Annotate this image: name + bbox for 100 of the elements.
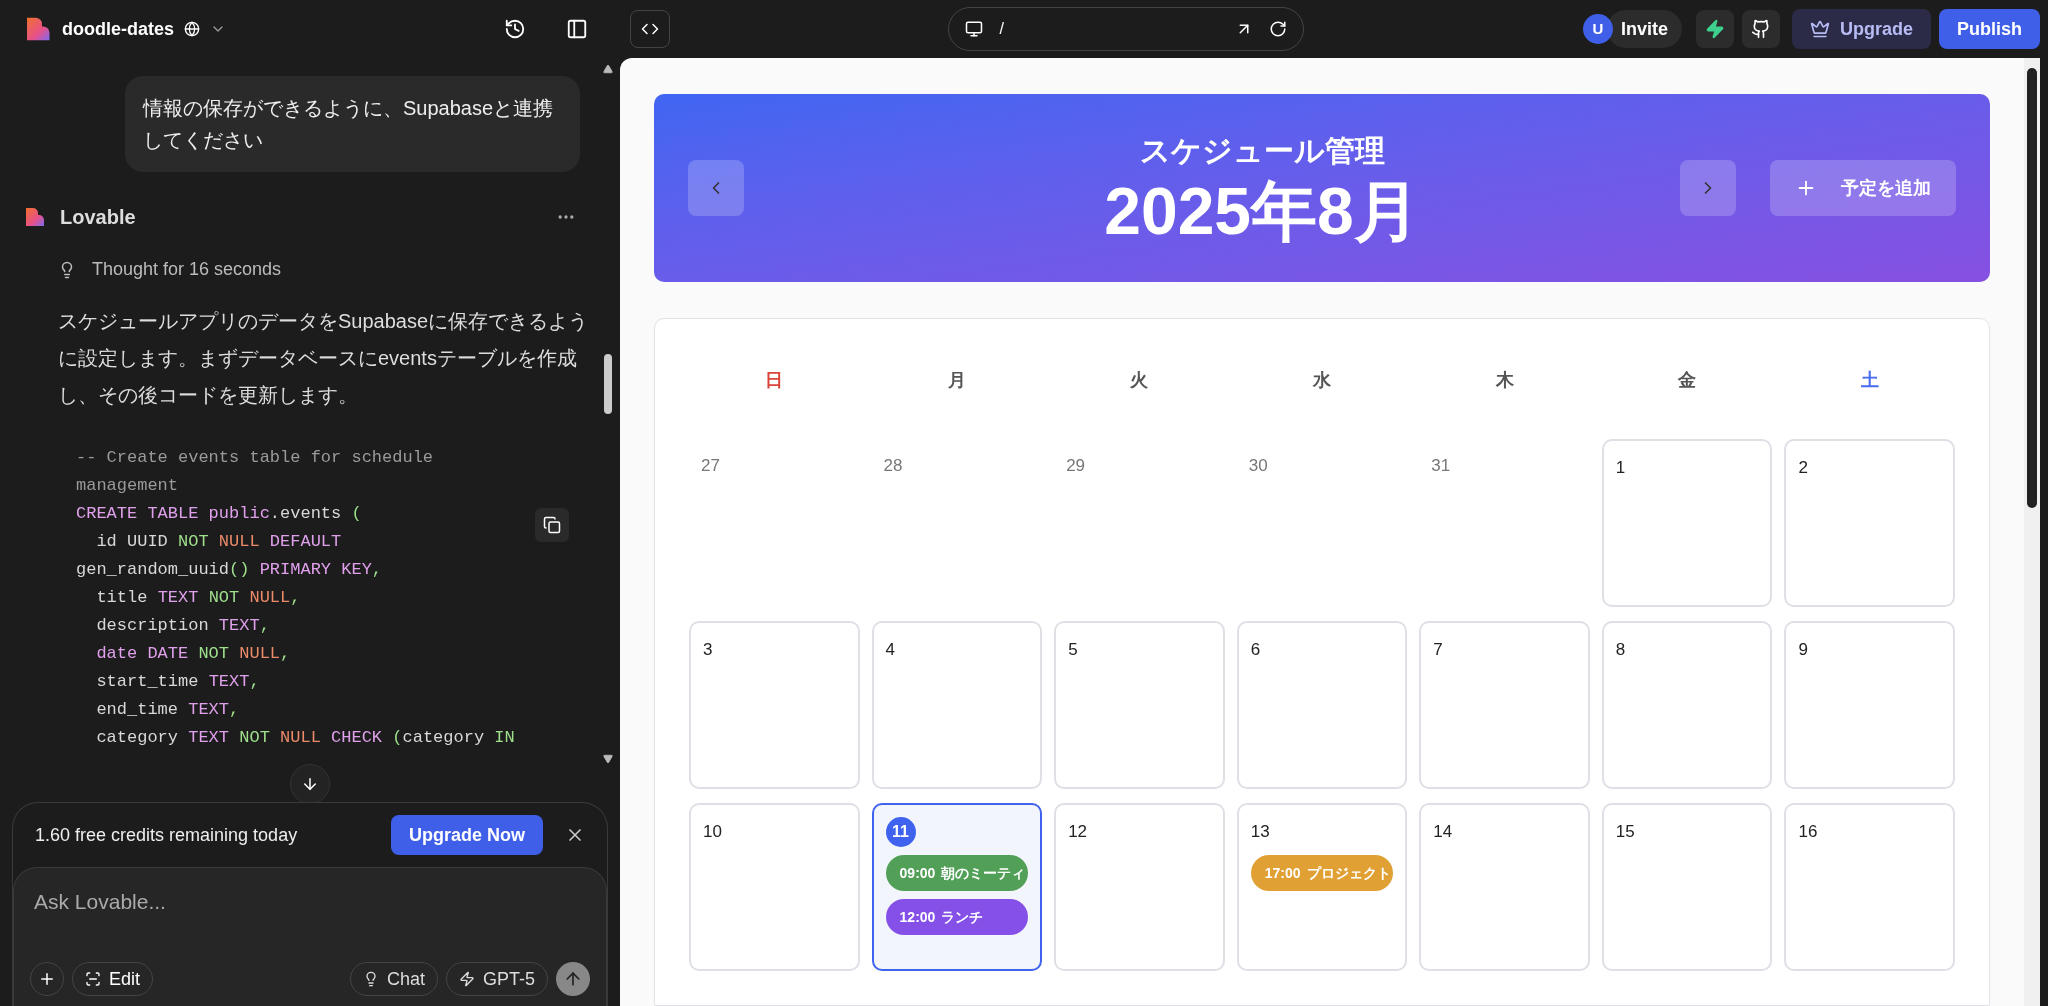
url-path: / bbox=[999, 19, 1005, 39]
panel-toggle-icon[interactable] bbox=[566, 18, 588, 40]
crown-icon bbox=[1810, 19, 1830, 39]
globe-icon bbox=[184, 21, 200, 37]
weekday-label: 金 bbox=[1677, 368, 1698, 392]
prompt-field[interactable]: Ask Lovable... bbox=[30, 886, 590, 918]
weekday-label: 土 bbox=[1859, 368, 1880, 392]
day-cell[interactable]: 6 bbox=[1236, 621, 1408, 789]
day-number: 14 bbox=[1433, 821, 1454, 843]
day-number: 15 bbox=[1615, 821, 1636, 843]
user-message: 情報の保存ができるように、Supabaseと連携してください bbox=[125, 76, 580, 172]
device-icon[interactable] bbox=[965, 20, 984, 38]
github-icon bbox=[1751, 19, 1771, 39]
user-avatar[interactable]: U bbox=[1582, 14, 1613, 44]
code-line: -- Create events table for schedule bbox=[76, 447, 435, 469]
day-cell[interactable]: 11 09:00 朝のミーティ 12:00 ランチ bbox=[871, 803, 1043, 971]
day-number: 2 bbox=[1798, 457, 1809, 479]
upgrade-now-button[interactable]: Upgrade Now bbox=[391, 815, 543, 855]
weekday-label: 水 bbox=[1311, 368, 1332, 392]
code-line: CREATE TABLE public.events ( bbox=[76, 503, 363, 525]
code-line: category TEXT NOT NULL CHECK (category IN bbox=[95, 727, 516, 749]
day-cell[interactable]: 31 bbox=[1419, 439, 1590, 607]
day-cell[interactable]: 14 bbox=[1419, 803, 1590, 971]
copy-button[interactable] bbox=[535, 508, 569, 542]
assistant-message: スケジュールアプリのデータをSupabaseに保存できるように設定します。まずデータベースにeventsテーブルを作成し、その後コードを更新します。 bbox=[58, 309, 590, 408]
code-line: title TEXT NOT NULL, bbox=[95, 587, 302, 609]
day-cell[interactable]: 29 bbox=[1054, 439, 1225, 607]
code-line: end_time TEXT, bbox=[95, 699, 241, 721]
weekday-label: 月 bbox=[946, 368, 967, 392]
weekday-label: 火 bbox=[1129, 368, 1150, 392]
project-name[interactable]: doodle-dates bbox=[62, 15, 174, 43]
day-number: 28 bbox=[883, 455, 904, 477]
day-number: 31 bbox=[1431, 455, 1452, 477]
scroll-up-icon[interactable] bbox=[603, 64, 613, 74]
reload-icon[interactable] bbox=[1269, 20, 1288, 38]
upgrade-button[interactable]: Upgrade bbox=[1792, 9, 1931, 49]
publish-button[interactable]: Publish bbox=[1939, 9, 2040, 49]
weekday-label: 木 bbox=[1494, 368, 1515, 392]
model-icon bbox=[459, 971, 475, 987]
plus-icon bbox=[38, 970, 56, 988]
day-cell[interactable]: 2 bbox=[1784, 439, 1955, 607]
day-cell[interactable]: 13 17:00 プロジェクト bbox=[1236, 803, 1408, 971]
day-number: 8 bbox=[1615, 639, 1627, 661]
day-cell[interactable]: 10 bbox=[689, 803, 860, 971]
day-number: 3 bbox=[703, 639, 714, 661]
day-number: 11 bbox=[885, 817, 916, 847]
preview-scrollbar[interactable] bbox=[2024, 58, 2040, 1006]
bolt-icon bbox=[1705, 19, 1725, 39]
day-number: 27 bbox=[701, 455, 721, 477]
day-cell[interactable]: 4 bbox=[871, 621, 1043, 789]
code-line: description TEXT, bbox=[95, 615, 271, 637]
day-number: 9 bbox=[1798, 639, 1809, 661]
app-title: スケジュール管理 bbox=[1139, 132, 1385, 169]
event-title: 朝のミーティ bbox=[941, 863, 1026, 883]
event-title: プロジェクト bbox=[1306, 863, 1391, 883]
day-cell[interactable]: 9 bbox=[1784, 621, 1955, 789]
day-cell[interactable]: 5 bbox=[1054, 621, 1225, 789]
day-cell[interactable]: 15 bbox=[1601, 803, 1773, 971]
code-line: date DATE NOT NULL, bbox=[95, 643, 292, 665]
month-title: 2025年8月 bbox=[1104, 172, 1420, 249]
day-number: 1 bbox=[1615, 457, 1627, 479]
code-line: gen_random_uuid() PRIMARY KEY, bbox=[76, 559, 384, 581]
event-chip[interactable]: 12:00 ランチ bbox=[885, 899, 1029, 935]
day-cell[interactable]: 28 bbox=[871, 439, 1043, 607]
code-line: start_time TEXT, bbox=[95, 671, 261, 693]
day-number: 30 bbox=[1248, 455, 1269, 477]
day-cell[interactable]: 12 bbox=[1054, 803, 1225, 971]
day-number: 7 bbox=[1433, 639, 1444, 661]
code-line: id UUID NOT NULL DEFAULT bbox=[95, 531, 343, 553]
day-number: 12 bbox=[1068, 821, 1089, 843]
day-cell[interactable]: 1 bbox=[1601, 439, 1773, 607]
day-cell[interactable]: 30 bbox=[1236, 439, 1408, 607]
scroll-down-button[interactable] bbox=[290, 764, 330, 802]
code-line: management bbox=[76, 475, 180, 497]
github-button[interactable] bbox=[1742, 10, 1780, 48]
event-time: 12:00 bbox=[899, 907, 936, 927]
history-icon[interactable] bbox=[504, 18, 526, 40]
bolt-button[interactable] bbox=[1696, 10, 1734, 48]
event-time: 17:00 bbox=[1264, 863, 1301, 883]
day-cell[interactable]: 16 bbox=[1784, 803, 1955, 971]
day-cell[interactable]: 7 bbox=[1419, 621, 1590, 789]
day-cell[interactable]: 3 bbox=[689, 621, 860, 789]
copy-icon bbox=[543, 516, 561, 534]
day-number: 13 bbox=[1250, 821, 1271, 843]
credits-text: 1.60 free credits remaining today bbox=[35, 823, 299, 847]
code-button[interactable] bbox=[630, 10, 670, 48]
thought-label[interactable]: Thought for 16 seconds bbox=[92, 256, 282, 283]
day-cell[interactable]: 27 bbox=[689, 439, 860, 607]
day-cell[interactable]: 8 bbox=[1601, 621, 1773, 789]
day-number: 29 bbox=[1066, 455, 1087, 477]
assistant-name: Lovable bbox=[60, 205, 136, 230]
scrollbar-thumb[interactable] bbox=[604, 354, 612, 414]
day-number: 10 bbox=[703, 821, 723, 843]
event-title: ランチ bbox=[941, 907, 984, 927]
scroll-down-icon[interactable] bbox=[603, 754, 613, 764]
send-button[interactable] bbox=[556, 962, 590, 996]
day-number: 16 bbox=[1798, 821, 1819, 843]
weekday-label: 日 bbox=[764, 368, 785, 392]
select-icon bbox=[85, 971, 101, 987]
arrow-down-icon bbox=[301, 775, 319, 793]
